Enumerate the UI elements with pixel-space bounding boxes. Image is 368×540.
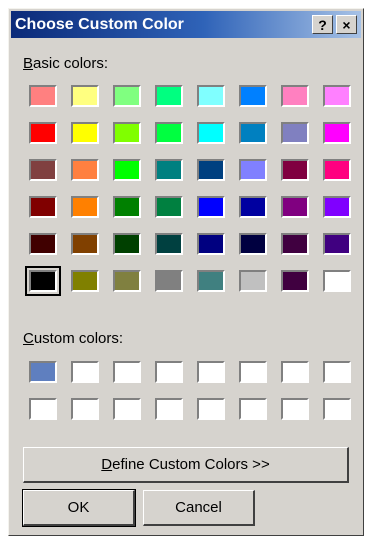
basic-color-swatch-r1-c2[interactable] xyxy=(113,122,141,144)
define-custom-colors-button[interactable]: Define Custom Colors >> xyxy=(23,447,349,483)
basic-color-swatch-r5-c1[interactable] xyxy=(71,270,99,292)
title-bar: Choose Custom Color ? × xyxy=(11,11,361,38)
basic-color-swatch-r2-c7[interactable] xyxy=(323,159,351,181)
basic-color-swatch-r0-c1[interactable] xyxy=(71,85,99,107)
basic-color-swatch-r5-c0[interactable] xyxy=(25,266,61,296)
custom-color-swatch-r1-c6[interactable] xyxy=(281,398,309,420)
basic-color-swatch-r0-c2[interactable] xyxy=(113,85,141,107)
basic-color-swatch-r0-c3[interactable] xyxy=(155,85,183,107)
custom-color-swatch-r0-c6[interactable] xyxy=(281,361,309,383)
basic-color-swatch-r5-c2[interactable] xyxy=(113,270,141,292)
basic-color-swatch-r4-c7[interactable] xyxy=(323,233,351,255)
basic-color-swatch-r3-c4[interactable] xyxy=(197,196,225,218)
choose-color-dialog: Choose Custom Color ? × Basic colors: Cu… xyxy=(8,8,364,536)
basic-color-swatch-r2-c4[interactable] xyxy=(197,159,225,181)
custom-color-swatch-r0-c5[interactable] xyxy=(239,361,267,383)
basic-color-swatch-r3-c1[interactable] xyxy=(71,196,99,218)
custom-color-swatch-r1-c5[interactable] xyxy=(239,398,267,420)
basic-color-swatch-r4-c3[interactable] xyxy=(155,233,183,255)
basic-color-swatch-r2-c6[interactable] xyxy=(281,159,309,181)
basic-color-swatch-r3-c0[interactable] xyxy=(29,196,57,218)
basic-color-swatch-r2-c0[interactable] xyxy=(29,159,57,181)
basic-color-swatch-r0-c7[interactable] xyxy=(323,85,351,107)
basic-color-swatch-r2-c2[interactable] xyxy=(113,159,141,181)
custom-color-swatch-r1-c4[interactable] xyxy=(197,398,225,420)
basic-color-swatch-r0-c6[interactable] xyxy=(281,85,309,107)
basic-color-swatch-r1-c3[interactable] xyxy=(155,122,183,144)
dialog-title: Choose Custom Color xyxy=(15,16,184,33)
basic-color-swatch-r2-c3[interactable] xyxy=(155,159,183,181)
basic-color-swatch-r5-c7[interactable] xyxy=(323,270,351,292)
basic-color-swatch-r5-c5[interactable] xyxy=(239,270,267,292)
basic-color-swatch-r3-c2[interactable] xyxy=(113,196,141,218)
basic-color-swatch-r0-c0[interactable] xyxy=(29,85,57,107)
basic-color-swatch-r1-c0[interactable] xyxy=(29,122,57,144)
basic-color-swatch-r4-c1[interactable] xyxy=(71,233,99,255)
basic-color-swatch-r1-c5[interactable] xyxy=(239,122,267,144)
basic-color-swatch-r5-c6[interactable] xyxy=(281,270,309,292)
basic-color-swatch-r0-c4[interactable] xyxy=(197,85,225,107)
basic-color-swatch-r3-c5[interactable] xyxy=(239,196,267,218)
custom-color-swatch-r0-c2[interactable] xyxy=(113,361,141,383)
custom-color-swatch-r0-c3[interactable] xyxy=(155,361,183,383)
basic-color-swatch-r3-c3[interactable] xyxy=(155,196,183,218)
close-button[interactable]: × xyxy=(336,15,357,34)
basic-colors-label: Basic colors: xyxy=(23,55,109,72)
custom-color-swatch-r1-c7[interactable] xyxy=(323,398,351,420)
basic-color-swatch-r4-c0[interactable] xyxy=(29,233,57,255)
custom-color-swatch-r0-c4[interactable] xyxy=(197,361,225,383)
basic-color-swatch-r1-c6[interactable] xyxy=(281,122,309,144)
help-button[interactable]: ? xyxy=(312,15,333,34)
basic-color-swatch-r4-c6[interactable] xyxy=(281,233,309,255)
basic-color-swatch-r4-c2[interactable] xyxy=(113,233,141,255)
basic-color-swatch-r5-c3[interactable] xyxy=(155,270,183,292)
basic-color-swatch-r2-c1[interactable] xyxy=(71,159,99,181)
cancel-button[interactable]: Cancel xyxy=(143,490,255,526)
custom-color-swatch-r1-c1[interactable] xyxy=(71,398,99,420)
basic-color-swatch-r1-c4[interactable] xyxy=(197,122,225,144)
custom-color-swatch-r0-c7[interactable] xyxy=(323,361,351,383)
custom-colors-label: Custom colors: xyxy=(23,330,124,347)
custom-color-swatch-r1-c3[interactable] xyxy=(155,398,183,420)
basic-color-swatch-r1-c7[interactable] xyxy=(323,122,351,144)
custom-color-swatch-r0-c1[interactable] xyxy=(71,361,99,383)
ok-button[interactable]: OK xyxy=(22,489,136,527)
basic-color-swatch-r3-c6[interactable] xyxy=(281,196,309,218)
basic-color-swatch-r5-c4[interactable] xyxy=(197,270,225,292)
basic-color-swatch-r3-c7[interactable] xyxy=(323,196,351,218)
custom-color-swatch-r0-c0[interactable] xyxy=(29,361,57,383)
basic-color-swatch-r2-c5[interactable] xyxy=(239,159,267,181)
basic-color-swatch-r4-c4[interactable] xyxy=(197,233,225,255)
basic-color-swatch-r4-c5[interactable] xyxy=(239,233,267,255)
custom-color-swatch-r1-c0[interactable] xyxy=(29,398,57,420)
basic-color-swatch-r1-c1[interactable] xyxy=(71,122,99,144)
custom-color-swatch-r1-c2[interactable] xyxy=(113,398,141,420)
basic-color-swatch-r0-c5[interactable] xyxy=(239,85,267,107)
